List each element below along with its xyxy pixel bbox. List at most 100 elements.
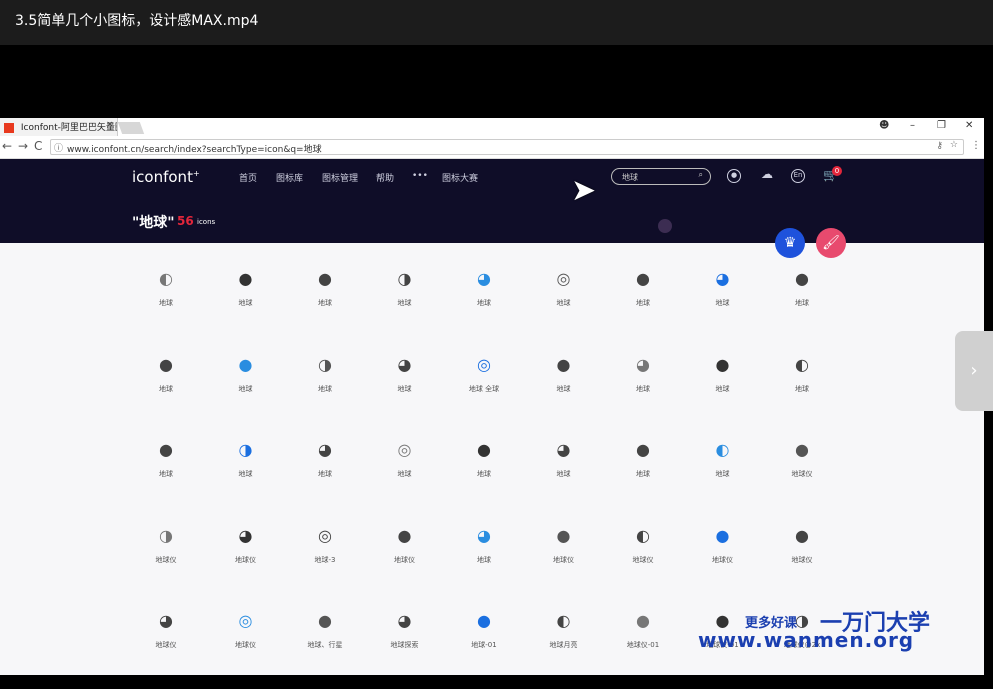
icon-card[interactable]: ◕ 地球仪: [206, 525, 286, 611]
crown-button[interactable]: ♛: [775, 228, 805, 258]
icon-card[interactable]: ◎ 地球仪: [206, 610, 286, 675]
icon-card[interactable]: ● 地球: [206, 268, 286, 354]
site-logo[interactable]: iconfont+: [132, 168, 200, 186]
search-icon[interactable]: ⌕: [699, 170, 703, 180]
icon-card[interactable]: ◕ 地球: [444, 268, 524, 354]
icon-card[interactable]: ◎ 地球: [365, 439, 445, 525]
icon-card[interactable]: ● 地球: [524, 354, 604, 440]
minimize-button[interactable]: –: [910, 120, 915, 131]
globe-icon: ●: [636, 611, 650, 630]
upload-icon[interactable]: ☁: [760, 168, 774, 183]
icon-label: 地球: [636, 299, 650, 307]
icon-card[interactable]: ◕ 地球: [524, 439, 604, 525]
icon-card[interactable]: ◎ 地球 全球: [444, 354, 524, 440]
globe-icon: ●: [715, 525, 730, 545]
icon-label: 地球仪: [791, 555, 813, 564]
globe-icon: ◕: [238, 525, 253, 545]
nav-more[interactable]: •••: [412, 171, 428, 181]
icon-card[interactable]: ● 地球: [444, 439, 524, 525]
icon-card[interactable]: ● 地球仪: [365, 525, 445, 611]
icon-label: 地球仪: [632, 555, 654, 564]
icon-label: 地球: [795, 384, 809, 393]
icon-card[interactable]: ◐ 地球月亮: [524, 610, 604, 675]
nav-help[interactable]: 帮助: [376, 171, 394, 184]
icon-card[interactable]: ◕ 地球: [365, 354, 445, 440]
icon-label: 地球仪: [155, 641, 177, 649]
icon-card[interactable]: ◕ 地球探索: [365, 610, 445, 675]
icon-card[interactable]: ● 地球: [126, 354, 206, 440]
icon-card[interactable]: ● 地球仪-01: [603, 610, 683, 675]
icon-card[interactable]: ● 地球仪: [524, 525, 604, 611]
close-button[interactable]: ✕: [965, 120, 973, 131]
globe-icon: ◕: [477, 525, 491, 545]
icon-card[interactable]: ◑ 地球仪: [126, 525, 206, 611]
logo-text: iconfont: [132, 168, 193, 186]
icon-card[interactable]: ◕ 地球: [603, 354, 683, 440]
icon-card[interactable]: ● 地球: [603, 268, 683, 354]
icon-card[interactable]: ◕ 地球: [285, 439, 365, 525]
icon-card[interactable]: ◐ 地球: [762, 354, 842, 440]
star-icon[interactable]: ☆: [950, 140, 958, 150]
icon-label: 地球仪: [235, 641, 256, 649]
tab-close-icon[interactable]: ×: [106, 120, 114, 130]
url-input[interactable]: ⓘ www.iconfont.cn/search/index?searchTyp…: [50, 139, 964, 155]
globe-icon: ●: [795, 525, 809, 545]
new-tab-button[interactable]: [117, 122, 145, 134]
icon-card[interactable]: ● 地球: [285, 268, 365, 354]
paint-button[interactable]: 🖌: [816, 228, 846, 258]
icon-card[interactable]: ◎ 地球-3: [285, 525, 365, 611]
icon-card[interactable]: ● 地球、行星: [285, 610, 365, 675]
globe-icon: ●: [238, 269, 253, 288]
github-icon[interactable]: ●: [727, 169, 741, 183]
icon-label: 地球: [715, 470, 730, 478]
nav-contest[interactable]: 图标大赛: [442, 171, 478, 184]
icon-card[interactable]: ● 地球仪: [683, 525, 763, 611]
icon-card[interactable]: ◐ 地球: [126, 268, 206, 354]
icon-card[interactable]: ● 地球: [126, 439, 206, 525]
forward-icon[interactable]: →: [18, 139, 28, 153]
icon-label: 地球-01: [471, 641, 497, 649]
nav-icon-library[interactable]: 图标库: [276, 171, 303, 184]
search-input[interactable]: 地球 ⌕: [611, 168, 711, 185]
account-icon[interactable]: ☻: [879, 120, 889, 131]
menu-icon[interactable]: ⋮: [971, 140, 981, 151]
icon-label: 地球: [159, 384, 173, 393]
globe-icon: ●: [477, 440, 491, 459]
nav-home[interactable]: 首页: [239, 171, 257, 184]
cart-badge: 0: [832, 166, 842, 176]
next-arrow-button[interactable]: ›: [955, 331, 993, 411]
icon-card[interactable]: ● 地球: [206, 354, 286, 440]
icon-card[interactable]: ◕ 地球: [444, 525, 524, 611]
globe-icon: ◎: [556, 269, 571, 288]
icon-card[interactable]: ● 地球: [762, 268, 842, 354]
globe-icon: ●: [318, 611, 332, 630]
globe-icon: ◕: [318, 440, 332, 459]
icon-card[interactable]: ● 地球: [603, 439, 683, 525]
icon-card[interactable]: ◐ 地球: [683, 439, 763, 525]
icon-card[interactable]: ● 地球-01: [444, 610, 524, 675]
browser-tab[interactable]: Iconfont-阿里巴巴矢量图标: [0, 118, 118, 136]
icon-label: 地球: [238, 470, 253, 478]
url-text: www.iconfont.cn/search/index?searchType=…: [67, 145, 322, 155]
back-icon[interactable]: ←: [2, 139, 12, 153]
icon-card[interactable]: ● 地球仪: [762, 525, 842, 611]
icon-card[interactable]: ◑ 地球: [206, 439, 286, 525]
icon-label: 地球仪: [155, 555, 177, 564]
nav-icon-management[interactable]: 图标管理: [322, 171, 358, 184]
icon-card[interactable]: ● 地球: [683, 354, 763, 440]
icon-card[interactable]: ◑ 地球: [285, 354, 365, 440]
key-icon[interactable]: ⚷: [936, 141, 943, 151]
globe-icon: ●: [397, 525, 412, 545]
restore-button[interactable]: ❐: [937, 120, 946, 131]
icon-card[interactable]: ◕ 地球: [683, 268, 763, 354]
icon-card[interactable]: ◕ 地球仪: [126, 610, 206, 675]
icon-card[interactable]: ● 地球仪: [762, 439, 842, 525]
result-unit: icons: [197, 218, 216, 226]
icon-card[interactable]: ◐ 地球仪: [603, 525, 683, 611]
globe-icon: ◕: [477, 269, 491, 288]
icon-label: 地球: [556, 384, 571, 393]
language-icon[interactable]: En: [791, 169, 805, 183]
icon-card[interactable]: ◑ 地球: [365, 268, 445, 354]
reload-icon[interactable]: C: [34, 139, 42, 153]
icon-card[interactable]: ◎ 地球: [524, 268, 604, 354]
